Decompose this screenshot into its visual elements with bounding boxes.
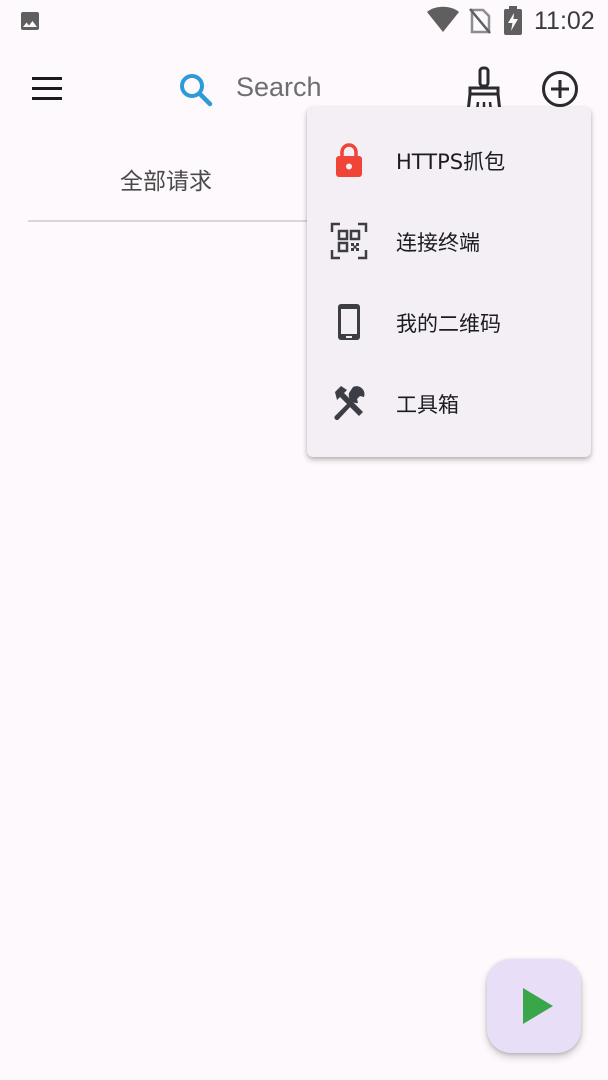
menu-item-https-capture[interactable]: HTTPS抓包 <box>307 120 591 201</box>
qr-scan-icon <box>330 222 368 260</box>
lock-icon <box>336 143 362 177</box>
search-icon <box>180 74 213 107</box>
menu-item-connect-terminal[interactable]: 连接终端 <box>307 201 591 282</box>
menu-item-label: 工具箱 <box>396 392 459 417</box>
start-capture-fab[interactable] <box>487 959 581 1053</box>
tab-all-requests[interactable]: 全部请求 <box>28 136 304 222</box>
no-sim-icon <box>469 8 491 34</box>
status-bar: 11:02 <box>0 0 608 44</box>
overflow-popup-menu: HTTPS抓包 连接终端 我的二维码 工具箱 <box>307 107 591 457</box>
menu-item-label: 我的二维码 <box>396 311 501 336</box>
menu-item-label: HTTPS抓包 <box>396 149 506 174</box>
wifi-icon <box>427 6 459 32</box>
menu-item-my-qr-code[interactable]: 我的二维码 <box>307 282 591 363</box>
menu-item-toolbox[interactable]: 工具箱 <box>307 363 591 444</box>
image-icon <box>21 12 39 30</box>
menu-item-label: 连接终端 <box>396 230 480 255</box>
status-time: 11:02 <box>534 7 595 35</box>
tools-icon <box>334 386 365 420</box>
search-placeholder: Search <box>236 72 322 102</box>
play-icon <box>523 988 553 1024</box>
menu-button[interactable] <box>22 66 72 112</box>
app-screen: 11:02 Search 全部请求 HTTPS抓包 连接终端 我的二维码 工具箱 <box>0 0 608 1080</box>
hamburger-menu-icon <box>32 77 62 100</box>
battery-charging-icon <box>504 6 522 35</box>
phone-icon <box>338 304 360 340</box>
